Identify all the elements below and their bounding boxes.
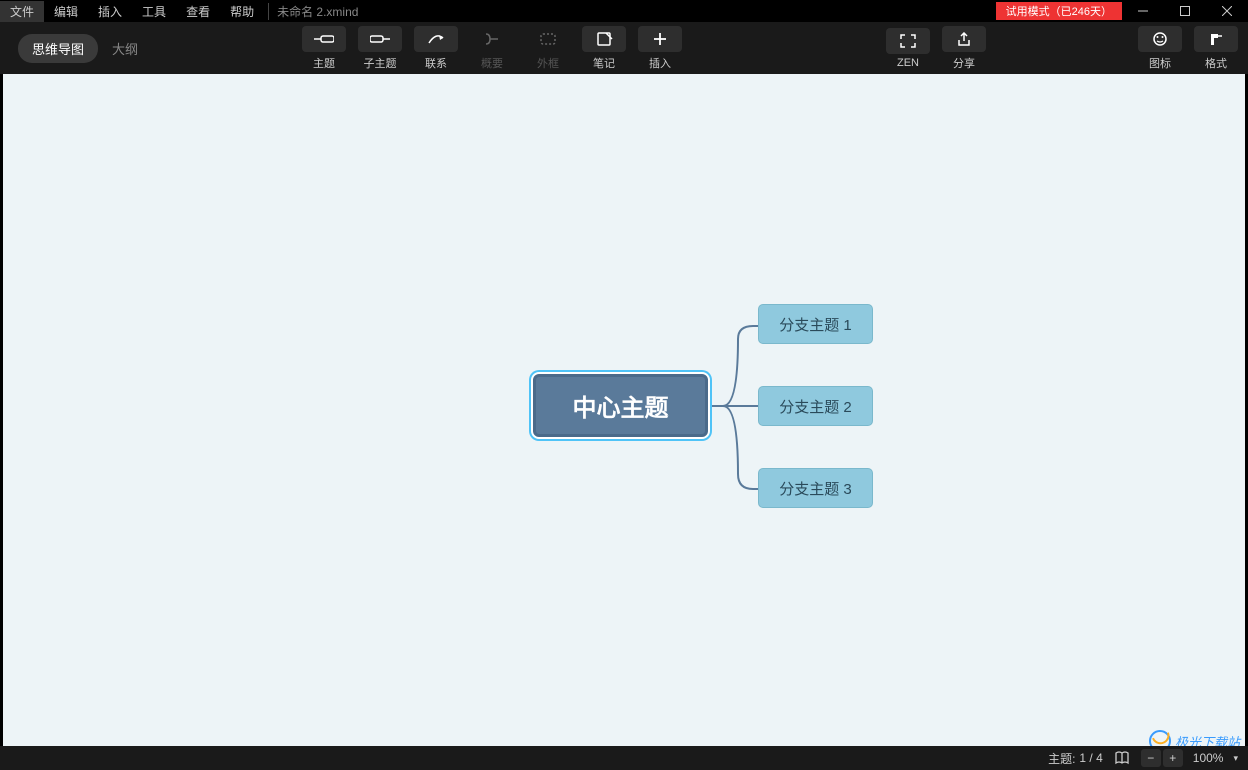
topic-icon (302, 26, 346, 52)
outliner-icon[interactable] (1113, 749, 1131, 767)
markers-icon (1138, 26, 1182, 52)
central-topic[interactable]: 中心主题 (533, 374, 708, 437)
branch-topic-3[interactable]: 分支主题 3 (758, 468, 873, 508)
summary-label: 概要 (481, 55, 503, 71)
share-icon (942, 26, 986, 52)
topics-value: 1 / 4 (1079, 751, 1102, 765)
subtopic-icon (358, 26, 402, 52)
format-icon (1194, 26, 1238, 52)
main-menu: 文件 编辑 插入 工具 查看 帮助 (0, 1, 264, 22)
boundary-icon (526, 26, 570, 52)
format-label: 格式 (1205, 55, 1227, 71)
relationship-label: 联系 (425, 55, 447, 71)
zoom-level[interactable]: 100% (1193, 751, 1224, 765)
insert-icon (638, 26, 682, 52)
boundary-label: 外框 (537, 55, 559, 71)
topic-button[interactable]: 主题 (300, 26, 348, 71)
minimize-button[interactable] (1122, 0, 1164, 22)
relationship-button[interactable]: 联系 (412, 26, 460, 71)
format-button[interactable]: 格式 (1192, 26, 1240, 71)
menu-insert[interactable]: 插入 (88, 1, 132, 22)
zen-label: ZEN (897, 57, 919, 69)
view-tabs: 思维导图 大纲 (18, 34, 152, 63)
subtopic-button[interactable]: 子主题 (356, 26, 404, 71)
document-title: 未命名 2.xmind (268, 3, 358, 20)
menu-tools[interactable]: 工具 (132, 1, 176, 22)
boundary-button: 外框 (524, 26, 572, 71)
canvas[interactable]: 中心主题 分支主题 1 分支主题 2 分支主题 3 (3, 74, 1245, 746)
menu-view[interactable]: 查看 (176, 1, 220, 22)
statusbar: 主题: 1 / 4 − + 100% ▾ (0, 746, 1248, 770)
menu-edit[interactable]: 编辑 (44, 1, 88, 22)
maximize-button[interactable] (1164, 0, 1206, 22)
share-label: 分享 (953, 55, 975, 71)
insert-button[interactable]: 插入 (636, 26, 684, 71)
zen-button[interactable]: ZEN (884, 26, 932, 71)
branch-topic-1[interactable]: 分支主题 1 (758, 304, 873, 344)
tab-mindmap[interactable]: 思维导图 (18, 34, 98, 63)
menu-help[interactable]: 帮助 (220, 1, 264, 22)
insert-label: 插入 (649, 55, 671, 71)
zoom-controls: − + (1141, 749, 1183, 767)
close-button[interactable] (1206, 0, 1248, 22)
topics-count: 主题: 1 / 4 (1048, 750, 1103, 767)
summary-button: 概要 (468, 26, 516, 71)
summary-icon (470, 26, 514, 52)
notes-label: 笔记 (593, 55, 615, 71)
notes-button[interactable]: 笔记 (580, 26, 628, 71)
branch-topic-2[interactable]: 分支主题 2 (758, 386, 873, 426)
markers-button[interactable]: 图标 (1136, 26, 1184, 71)
zoom-in-button[interactable]: + (1163, 749, 1183, 767)
notes-icon (582, 26, 626, 52)
relationship-icon (414, 26, 458, 52)
markers-label: 图标 (1149, 55, 1171, 71)
subtopic-label: 子主题 (364, 55, 397, 71)
toolbar: 思维导图 大纲 主题 子主题 联系 概要 (0, 22, 1248, 74)
zoom-out-button[interactable]: − (1141, 749, 1161, 767)
titlebar: 文件 编辑 插入 工具 查看 帮助 未命名 2.xmind 试用模式（已246天… (0, 0, 1248, 22)
menu-file[interactable]: 文件 (0, 1, 44, 22)
trial-mode-badge[interactable]: 试用模式（已246天） (996, 2, 1122, 20)
share-button[interactable]: 分享 (940, 26, 988, 71)
tool-group-main: 主题 子主题 联系 概要 外框 (300, 26, 684, 71)
zoom-dropdown-icon[interactable]: ▾ (1233, 753, 1238, 764)
window-controls (1122, 0, 1248, 22)
tool-group-right: ZEN 分享 (884, 26, 988, 71)
tab-outline[interactable]: 大纲 (98, 34, 152, 63)
topic-label: 主题 (313, 55, 335, 71)
zen-icon (886, 28, 930, 54)
tool-group-format: 图标 格式 (1136, 26, 1240, 71)
topics-label: 主题: (1048, 750, 1075, 767)
